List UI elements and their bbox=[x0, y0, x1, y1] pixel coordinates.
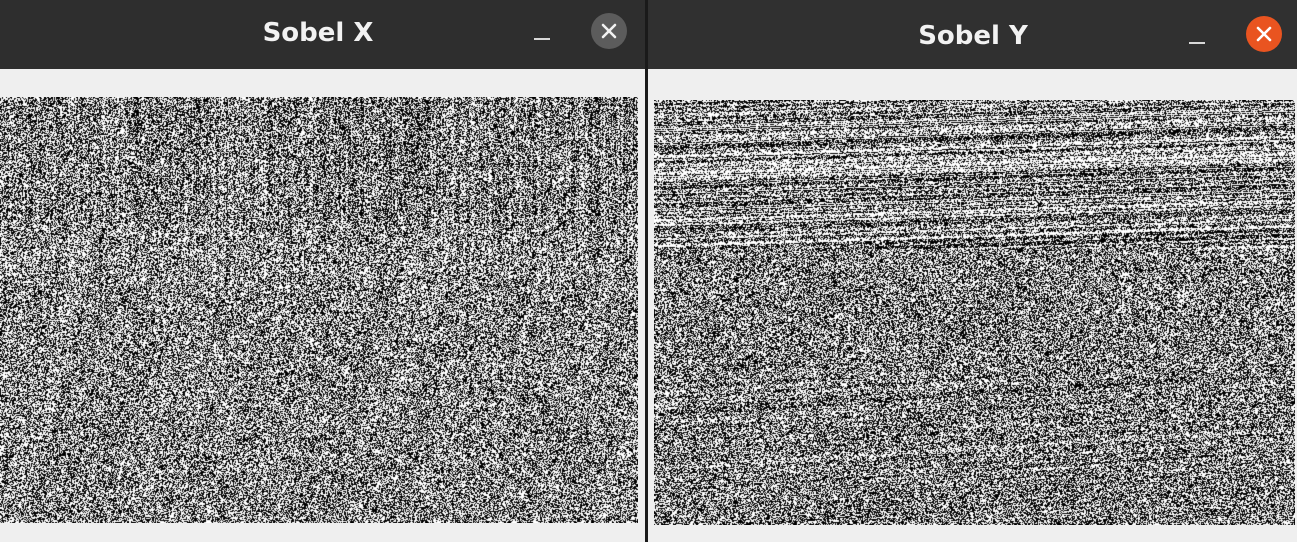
sobel-y-image bbox=[654, 100, 1295, 525]
edge-map-canvas bbox=[654, 100, 1295, 525]
sobel-x-image bbox=[0, 97, 638, 523]
window-title: Sobel Y bbox=[918, 21, 1028, 51]
minimize-button[interactable] bbox=[1177, 18, 1217, 58]
sobel-x-window: Sobel X bbox=[0, 0, 645, 542]
close-icon bbox=[1256, 26, 1272, 42]
titlebar[interactable]: Sobel Y bbox=[648, 0, 1297, 69]
edge-map-canvas bbox=[0, 97, 638, 523]
close-button[interactable] bbox=[591, 13, 627, 49]
minimize-button[interactable] bbox=[522, 14, 562, 54]
close-icon bbox=[601, 23, 617, 39]
titlebar[interactable]: Sobel X bbox=[0, 0, 645, 69]
sobel-y-window: Sobel Y bbox=[648, 0, 1297, 542]
close-button[interactable] bbox=[1246, 16, 1282, 52]
window-title: Sobel X bbox=[262, 18, 374, 48]
